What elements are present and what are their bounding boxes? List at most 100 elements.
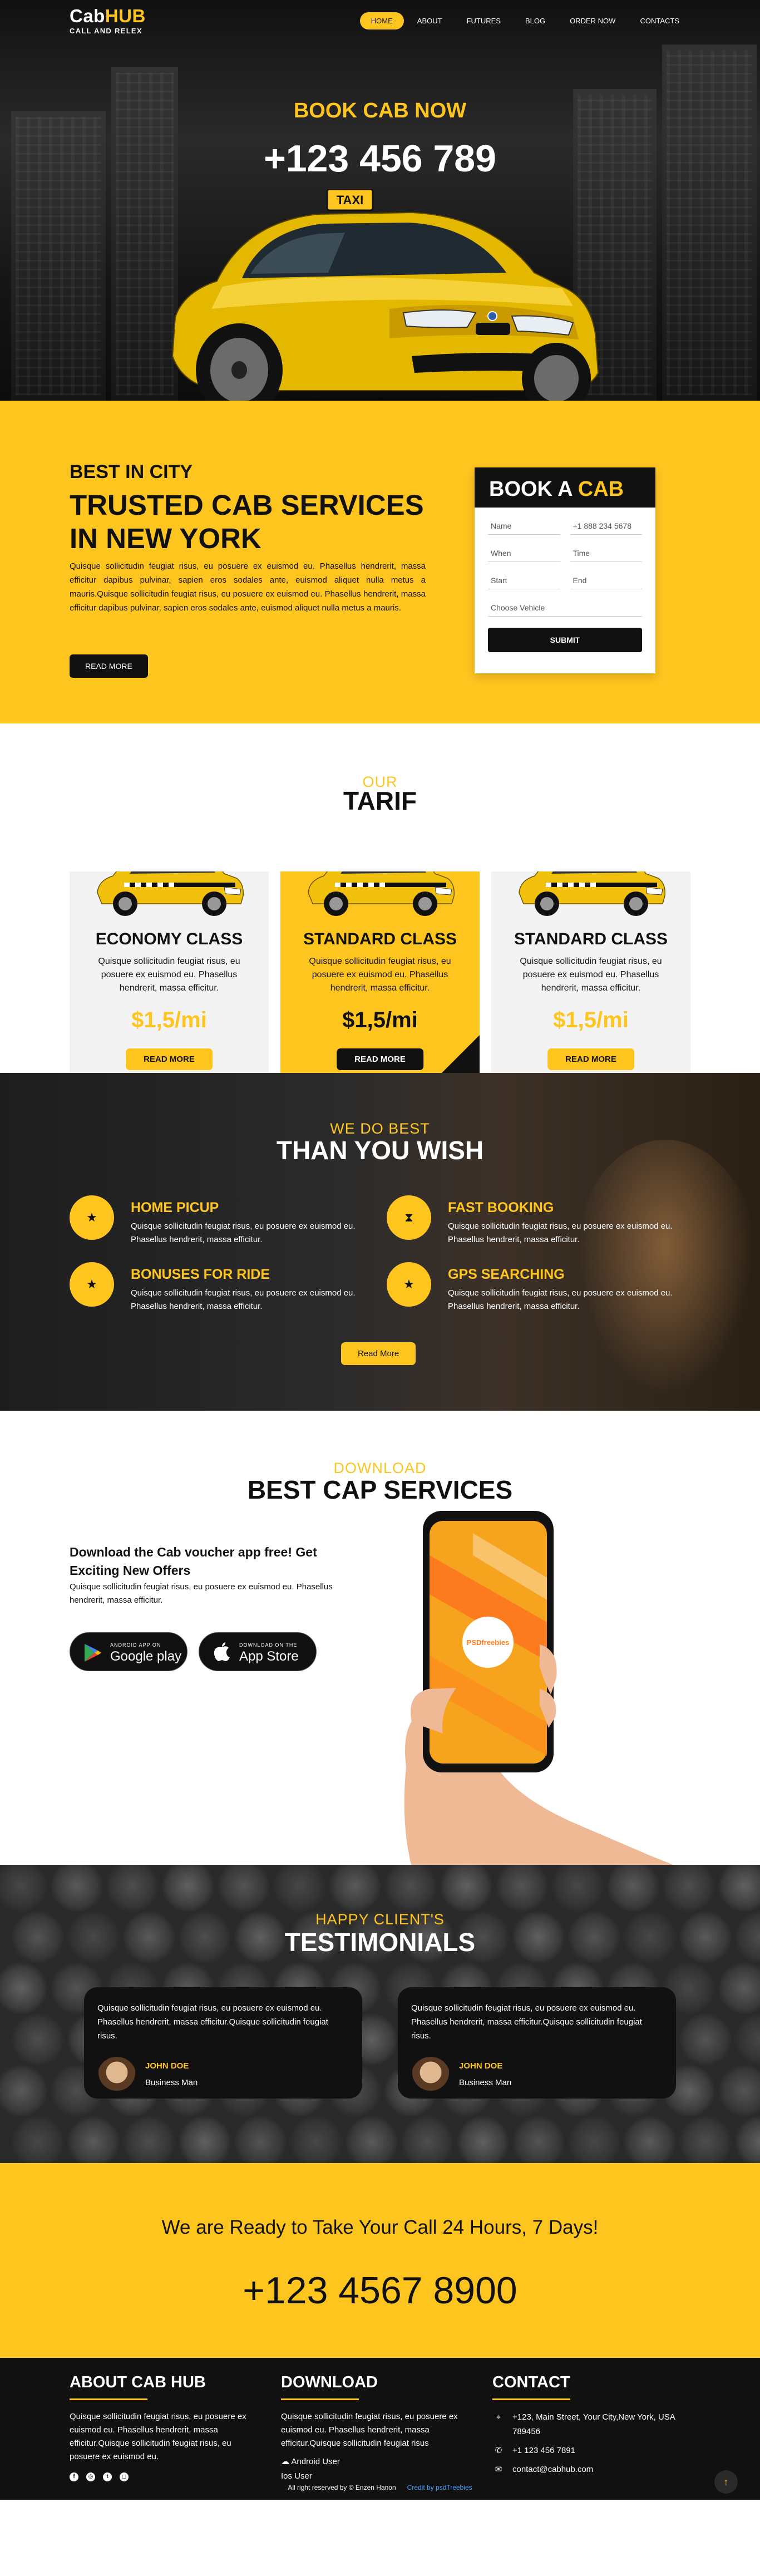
email-text: contact@cabhub.com <box>512 2465 594 2474</box>
taxi-sign-label: TAXI <box>337 193 363 207</box>
credit-link[interactable]: Credit by psdTreebies <box>407 2484 472 2491</box>
mail-icon: ✉ <box>495 2465 502 2474</box>
footer-about: ABOUT CAB HUB Quisque sollicitudin feugi… <box>70 2373 259 2481</box>
footer-contact: CONTACT ⌖ +123, Main Street, Your City,Ne… <box>492 2373 682 2481</box>
title-underline <box>70 2398 147 2400</box>
booking-form: BOOK A CAB Name +1 888 234 5678 When Time … <box>475 467 655 673</box>
cta-phone[interactable]: +123 4567 8900 <box>0 2269 760 2312</box>
face-tile <box>401 2115 454 2163</box>
feature-title: FAST BOOKING <box>448 1200 554 1215</box>
face-tile <box>718 2064 760 2117</box>
app-store-label: App Store <box>239 1649 299 1664</box>
face-tile <box>551 1865 604 1913</box>
app-store-button[interactable]: DOWNLOAD ON THE App Store <box>199 1632 317 1671</box>
booking-title-b: CAB <box>578 477 624 501</box>
nav-home[interactable]: HOME <box>359 12 404 29</box>
ios-link[interactable]: Ios User <box>281 2469 470 2484</box>
feature-title: HOME PICUP <box>131 1200 219 1215</box>
face-tile <box>718 1962 760 2015</box>
features-read-more-button[interactable]: Read More <box>341 1342 416 1365</box>
face-tile <box>384 1865 437 1913</box>
phone-screen-brand: PSDfreebies <box>467 1638 510 1647</box>
app-download-section: DOWNLOAD BEST CAP SERVICES Download the … <box>0 1411 760 1867</box>
tarif-read-more-button[interactable]: READ MORE <box>547 1048 634 1070</box>
intro-text: Quisque sollicitudin feugiat risus, eu p… <box>70 562 426 613</box>
ios-label: Ios User <box>281 2471 312 2481</box>
tarif-card-price: $1,5/mi <box>131 1008 207 1032</box>
top-nav: CabHUB CALL AND RELEX HOME ABOUT FUTURES… <box>0 0 760 43</box>
nav-blog[interactable]: BLOG <box>514 12 556 29</box>
star-icon: ★ <box>387 1262 431 1307</box>
scroll-to-top-button[interactable]: ↑ <box>714 2470 738 2494</box>
site-footer: ABOUT CAB HUB Quisque sollicitudin feugi… <box>0 2358 760 2500</box>
face-tile <box>679 2115 732 2163</box>
tarif-card-economy: ECONOMY CLASS Quisque sollicitudin feugi… <box>70 871 269 1091</box>
testimonial-role: Business Man <box>459 2078 512 2087</box>
face-tile <box>273 1865 326 1913</box>
face-tile <box>345 2115 398 2163</box>
contact-phone[interactable]: ✆ +1 123 456 7891 <box>492 2444 682 2458</box>
background-photo-glow <box>571 1140 760 1407</box>
hourglass-icon: ⧗ <box>387 1195 431 1240</box>
cta-line: We are Ready to Take Your Call 24 Hours,… <box>161 2217 599 2238</box>
social-links: f ◎ t ◻ <box>70 2472 259 2481</box>
tarif-read-more-button[interactable]: READ MORE <box>126 1048 213 1070</box>
when-field[interactable]: When <box>488 545 560 562</box>
map-pin-icon: ⌖ <box>496 2412 501 2422</box>
logo-text-a: Cab <box>70 6 105 26</box>
testimonial-text: Quisque sollicitudin feugiat risus, eu p… <box>411 2003 642 2041</box>
hero-phone[interactable]: +123 456 789 <box>0 137 760 180</box>
android-link[interactable]: ☁ Android User <box>281 2455 470 2469</box>
facebook-icon[interactable]: f <box>70 2472 78 2481</box>
tarif-read-more-button[interactable]: READ MORE <box>337 1048 423 1070</box>
tarif-card-standard: STANDARD CLASS Quisque sollicitudin feug… <box>491 871 690 1091</box>
hero-title: BOOK CAB NOW <box>293 99 467 122</box>
feature-text: Quisque sollicitudin feugiat risus, eu p… <box>448 1288 673 1311</box>
tarif-card-text: Quisque sollicitudin feugiat risus, eu p… <box>309 957 451 993</box>
nav-contacts[interactable]: CONTACTS <box>629 12 690 29</box>
submit-button[interactable]: SUBMIT <box>488 628 642 652</box>
google-play-button[interactable]: ANDROID APP ON Google play <box>70 1632 187 1671</box>
instagram-icon[interactable]: ◻ <box>120 2472 129 2481</box>
footer-download-title: DOWNLOAD <box>281 2373 378 2391</box>
face-tile <box>11 2013 65 2066</box>
main-menu: HOME ABOUT FUTURES BLOG ORDER NOW CONTAC… <box>359 12 690 29</box>
tarif-card-price: $1,5/mi <box>342 1008 418 1032</box>
face-tile <box>734 2115 760 2163</box>
nav-about[interactable]: ABOUT <box>406 12 453 29</box>
twitter-icon[interactable]: t <box>103 2472 112 2481</box>
face-tile <box>234 2115 287 2163</box>
app-text: Quisque sollicitudin feugiat risus, eu p… <box>70 1582 333 1605</box>
start-field[interactable]: Start <box>488 572 560 589</box>
dribbble-icon[interactable]: ◎ <box>86 2472 95 2481</box>
footer-about-text: Quisque sollicitudin feugiat risus, eu p… <box>70 2412 246 2461</box>
phone-field[interactable]: +1 888 234 5678 <box>570 518 642 535</box>
avatar <box>97 2057 136 2096</box>
name-field[interactable]: Name <box>488 518 560 535</box>
testimonial-role: Business Man <box>145 2078 198 2087</box>
face-tile <box>734 2013 760 2066</box>
time-field[interactable]: Time <box>570 545 642 562</box>
testimonial-card: Quisque sollicitudin feugiat risus, eu p… <box>84 1987 362 2099</box>
testimonial-name: JOHN DOE <box>145 2061 189 2071</box>
end-field[interactable]: End <box>570 572 642 589</box>
face-tile <box>328 1865 382 1913</box>
face-tile <box>440 1865 493 1913</box>
face-tile <box>0 1962 48 2015</box>
booking-title: BOOK A CAB <box>475 467 655 508</box>
contact-email[interactable]: ✉ contact@cabhub.com <box>492 2462 682 2477</box>
tarif-card-price: $1,5/mi <box>553 1008 629 1032</box>
nav-order-now[interactable]: ORDER NOW <box>559 12 626 29</box>
testimonials-heading: TESTIMONIALS <box>284 1928 476 1957</box>
intro-read-more-button[interactable]: READ MORE <box>70 654 148 678</box>
face-tile <box>606 1865 660 1913</box>
title-underline <box>281 2398 359 2400</box>
testimonial-card: Quisque sollicitudin feugiat risus, eu p… <box>398 1987 676 2099</box>
site-logo[interactable]: CabHUB CALL AND RELEX <box>70 6 146 35</box>
hero-section: CabHUB CALL AND RELEX HOME ABOUT FUTURES… <box>0 0 760 401</box>
face-tile <box>0 2064 48 2117</box>
nav-futures[interactable]: FUTURES <box>456 12 512 29</box>
taxi-car-icon <box>308 871 455 917</box>
footer-about-title: ABOUT CAB HUB <box>70 2373 206 2391</box>
vehicle-select[interactable]: Choose Vehicle <box>488 599 642 617</box>
